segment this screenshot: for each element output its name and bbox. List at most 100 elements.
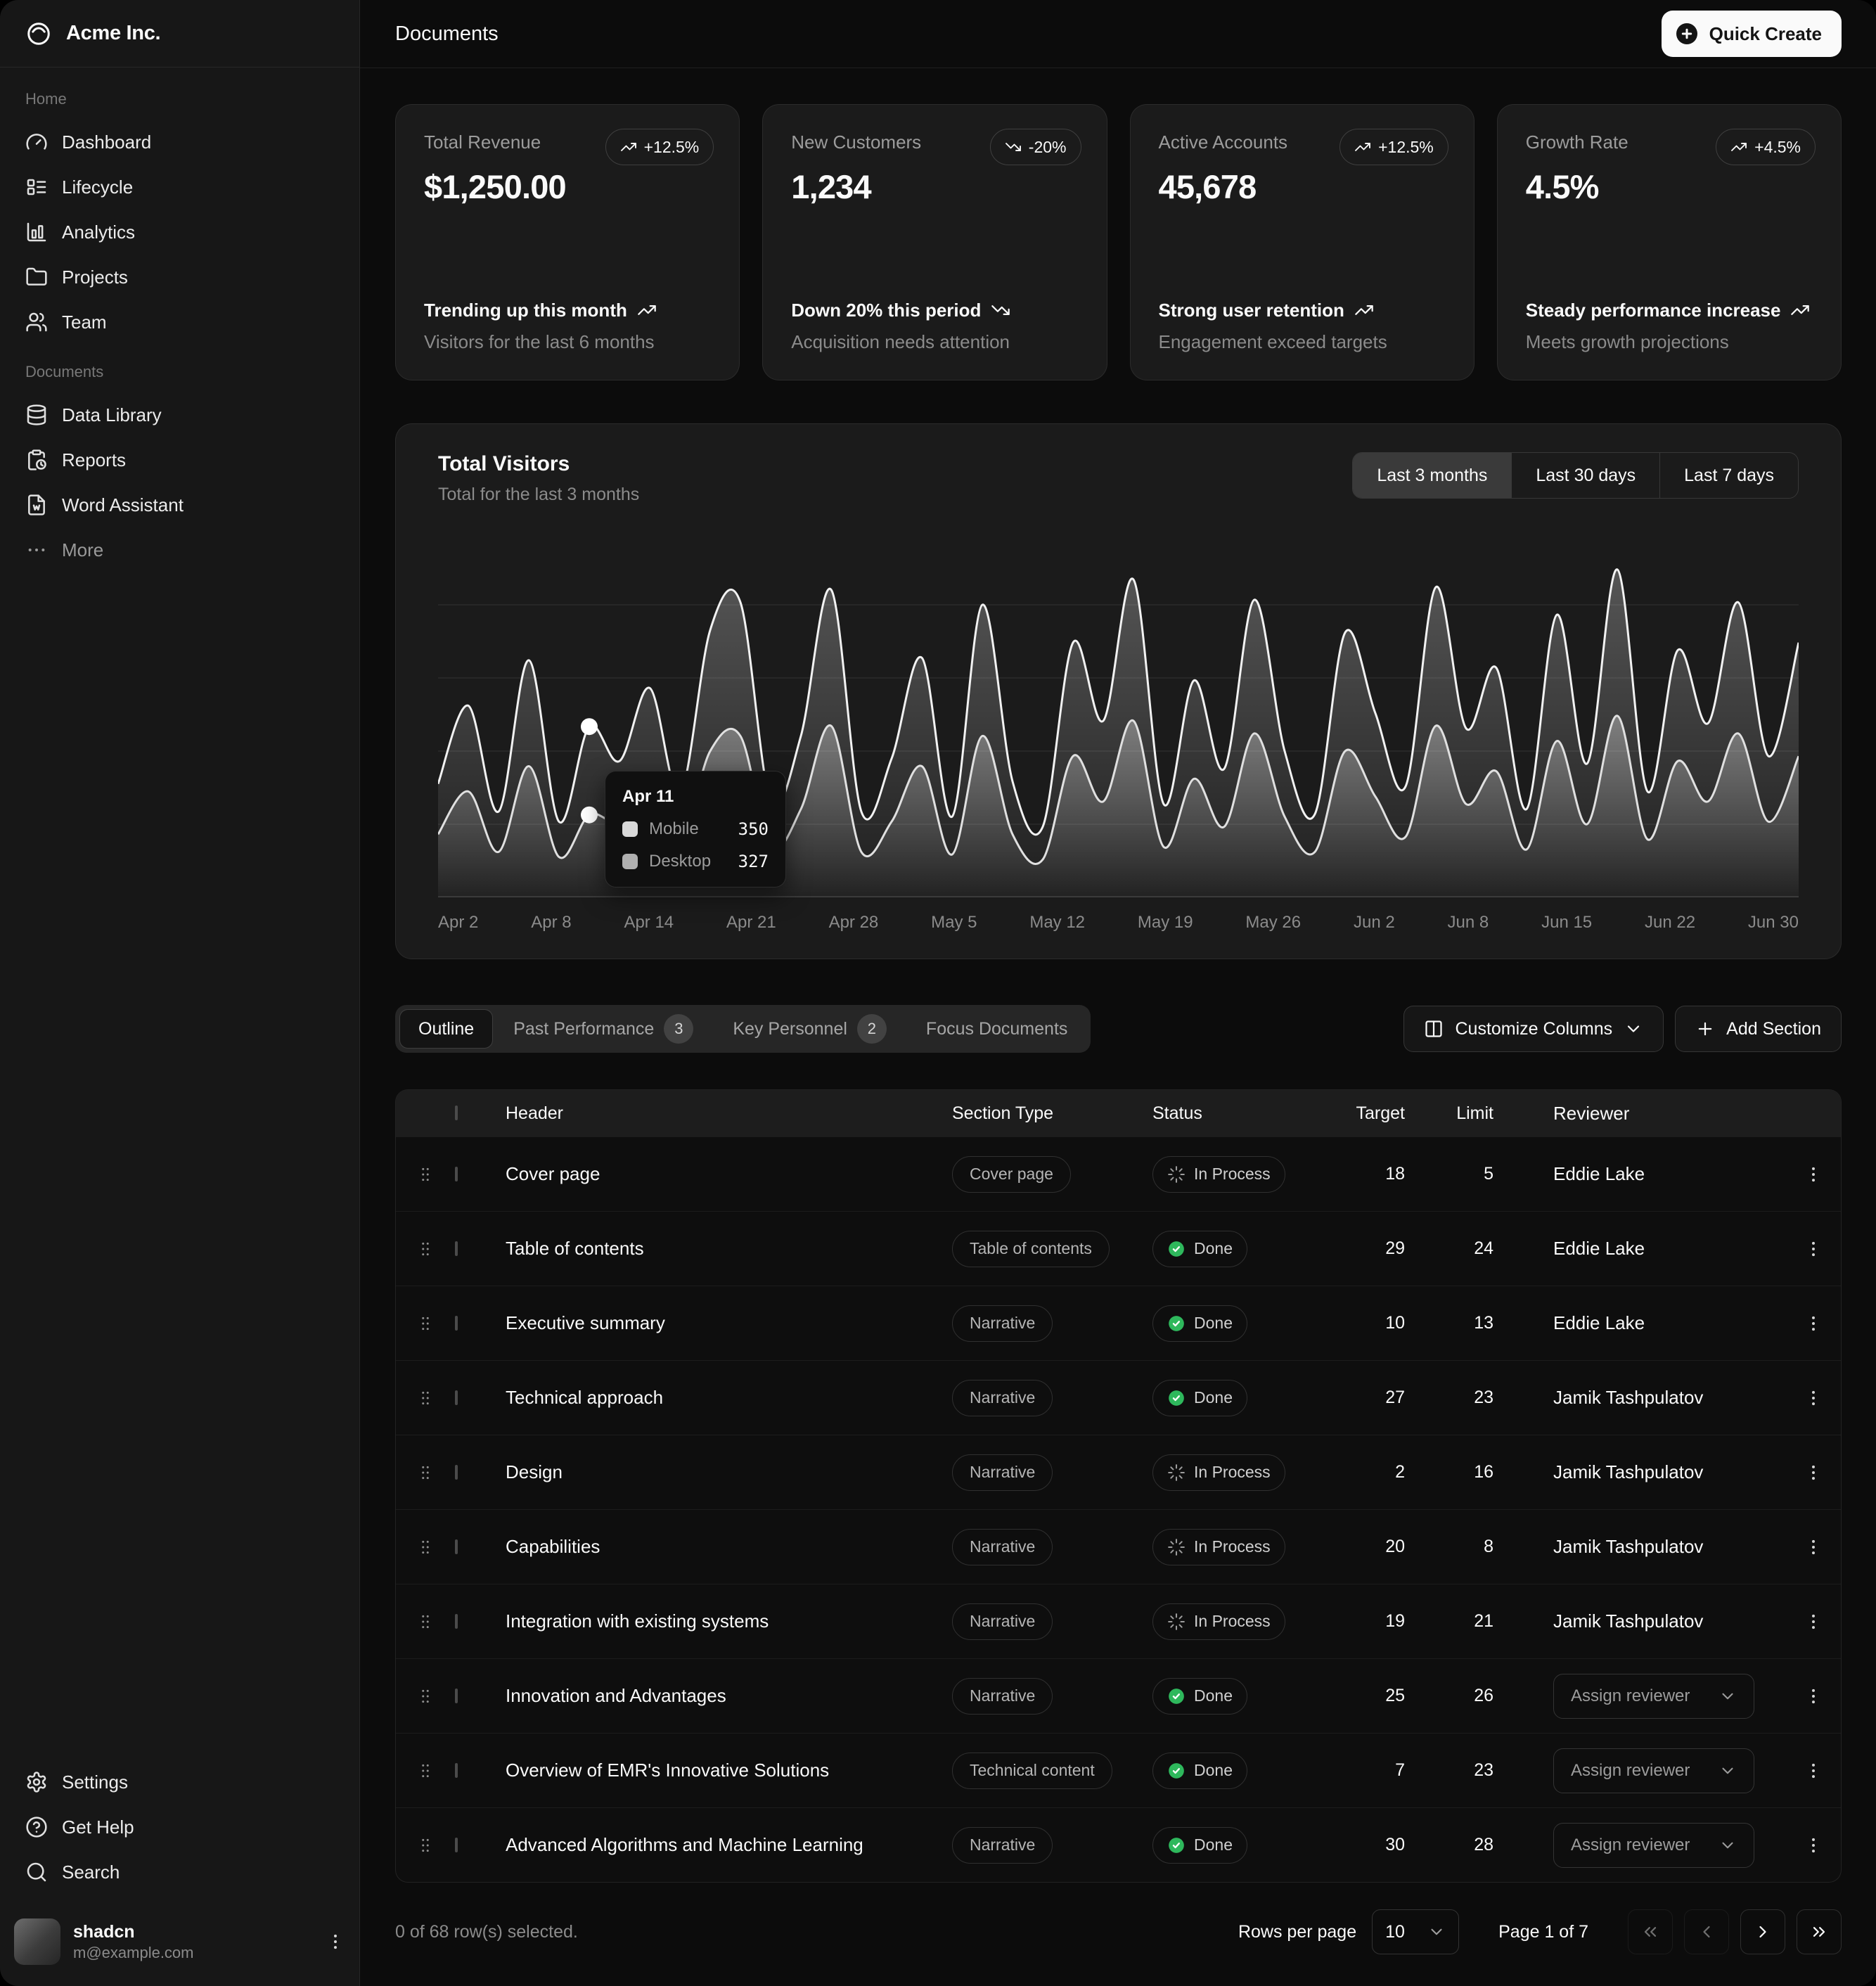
row-menu-button[interactable] xyxy=(1794,1453,1833,1492)
sidebar-item-word-assistant[interactable]: Word Assistant xyxy=(11,482,348,527)
sidebar-item-team[interactable]: Team xyxy=(11,300,348,345)
range-last-3-months[interactable]: Last 3 months xyxy=(1353,453,1511,498)
limit-value[interactable]: 23 xyxy=(1409,1760,1525,1781)
drag-handle[interactable] xyxy=(396,1314,455,1333)
sidebar-item-search[interactable]: Search xyxy=(11,1850,348,1895)
target-value[interactable]: 29 xyxy=(1332,1238,1409,1259)
first-page-button[interactable] xyxy=(1628,1909,1673,1954)
row-checkbox[interactable] xyxy=(455,1763,458,1778)
user-menu[interactable]: shadcn m@example.com xyxy=(3,1907,356,1976)
limit-value[interactable]: 16 xyxy=(1409,1462,1525,1482)
row-header[interactable]: Integration with existing systems xyxy=(506,1610,952,1632)
drag-handle[interactable] xyxy=(396,1687,455,1705)
row-checkbox[interactable] xyxy=(455,1539,458,1554)
limit-value[interactable]: 24 xyxy=(1409,1238,1525,1259)
sidebar-item-data-library[interactable]: Data Library xyxy=(11,392,348,437)
tab-outline[interactable]: Outline xyxy=(399,1009,493,1049)
quick-create-button[interactable]: Quick Create xyxy=(1662,11,1842,57)
limit-value[interactable]: 8 xyxy=(1409,1537,1525,1557)
sidebar-item-label: Team xyxy=(62,312,107,333)
row-menu-button[interactable] xyxy=(1794,1304,1833,1343)
row-checkbox[interactable] xyxy=(455,1241,458,1256)
row-header[interactable]: Executive summary xyxy=(506,1312,952,1334)
row-header[interactable]: Technical approach xyxy=(506,1387,952,1409)
limit-value[interactable]: 26 xyxy=(1409,1686,1525,1706)
drag-handle[interactable] xyxy=(396,1389,455,1407)
row-checkbox[interactable] xyxy=(455,1167,458,1181)
table-row: Technical approachNarrativeDone2723Jamik… xyxy=(396,1360,1841,1435)
drag-handle[interactable] xyxy=(396,1836,455,1854)
next-page-button[interactable] xyxy=(1740,1909,1785,1954)
target-value[interactable]: 2 xyxy=(1332,1462,1409,1482)
grip-icon xyxy=(416,1762,435,1780)
row-menu-button[interactable] xyxy=(1794,1378,1833,1418)
row-header[interactable]: Capabilities xyxy=(506,1536,952,1558)
pager xyxy=(1628,1909,1842,1954)
range-last-7-days[interactable]: Last 7 days xyxy=(1659,453,1798,498)
row-checkbox[interactable] xyxy=(455,1465,458,1480)
row-header[interactable]: Cover page xyxy=(506,1163,952,1185)
rows-per-page-select[interactable]: 10 xyxy=(1372,1909,1459,1954)
row-checkbox[interactable] xyxy=(455,1614,458,1629)
target-value[interactable]: 27 xyxy=(1332,1388,1409,1408)
last-page-button[interactable] xyxy=(1797,1909,1842,1954)
sidebar-item-get-help[interactable]: Get Help xyxy=(11,1805,348,1850)
row-menu-button[interactable] xyxy=(1794,1602,1833,1641)
assign-reviewer-select[interactable]: Assign reviewer xyxy=(1553,1674,1754,1719)
row-menu-button[interactable] xyxy=(1794,1527,1833,1567)
row-checkbox[interactable] xyxy=(455,1689,458,1703)
sidebar-item-lifecycle[interactable]: Lifecycle xyxy=(11,165,348,210)
target-value[interactable]: 30 xyxy=(1332,1835,1409,1855)
limit-value[interactable]: 5 xyxy=(1409,1164,1525,1184)
target-value[interactable]: 25 xyxy=(1332,1686,1409,1706)
limit-value[interactable]: 23 xyxy=(1409,1388,1525,1408)
row-checkbox[interactable] xyxy=(455,1316,458,1331)
target-value[interactable]: 10 xyxy=(1332,1313,1409,1333)
tab-past-performance[interactable]: Past Performance3 xyxy=(494,1009,712,1049)
sidebar-item-projects[interactable]: Projects xyxy=(11,255,348,300)
tab-key-personnel[interactable]: Key Personnel2 xyxy=(714,1009,906,1049)
limit-value[interactable]: 21 xyxy=(1409,1611,1525,1632)
row-checkbox[interactable] xyxy=(455,1838,458,1852)
drag-handle[interactable] xyxy=(396,1165,455,1184)
row-checkbox[interactable] xyxy=(455,1390,458,1405)
section-type-cell: Cover page xyxy=(952,1156,1152,1193)
customize-columns-button[interactable]: Customize Columns xyxy=(1403,1006,1664,1052)
row-header[interactable]: Overview of EMR's Innovative Solutions xyxy=(506,1760,952,1781)
target-value[interactable]: 19 xyxy=(1332,1611,1409,1632)
sidebar-item-more[interactable]: More xyxy=(11,527,348,572)
row-menu-button[interactable] xyxy=(1794,1155,1833,1194)
chart-plot[interactable]: Apr 11 Mobile 350 Desktop 327 xyxy=(438,532,1799,897)
row-header[interactable]: Table of contents xyxy=(506,1238,952,1260)
row-menu-button[interactable] xyxy=(1794,1826,1833,1865)
assign-reviewer-select[interactable]: Assign reviewer xyxy=(1553,1748,1754,1793)
add-section-button[interactable]: Add Section xyxy=(1675,1006,1842,1052)
row-header[interactable]: Advanced Algorithms and Machine Learning xyxy=(506,1834,952,1856)
sidebar-item-reports[interactable]: Reports xyxy=(11,437,348,482)
assign-reviewer-select[interactable]: Assign reviewer xyxy=(1553,1823,1754,1868)
range-last-30-days[interactable]: Last 30 days xyxy=(1511,453,1659,498)
status-label: Done xyxy=(1194,1388,1233,1407)
row-menu-button[interactable] xyxy=(1794,1751,1833,1790)
target-value[interactable]: 20 xyxy=(1332,1537,1409,1557)
sidebar-item-analytics[interactable]: Analytics xyxy=(11,210,348,255)
row-header[interactable]: Design xyxy=(506,1461,952,1483)
target-value[interactable]: 7 xyxy=(1332,1760,1409,1781)
limit-value[interactable]: 13 xyxy=(1409,1313,1525,1333)
prev-page-button[interactable] xyxy=(1684,1909,1729,1954)
drag-handle[interactable] xyxy=(396,1463,455,1482)
drag-handle[interactable] xyxy=(396,1762,455,1780)
target-value[interactable]: 18 xyxy=(1332,1164,1409,1184)
tab-focus-documents[interactable]: Focus Documents xyxy=(907,1009,1086,1049)
drag-handle[interactable] xyxy=(396,1613,455,1631)
row-header[interactable]: Innovation and Advantages xyxy=(506,1685,952,1707)
select-all-checkbox[interactable] xyxy=(455,1106,458,1120)
drag-handle[interactable] xyxy=(396,1538,455,1556)
row-menu-button[interactable] xyxy=(1794,1229,1833,1269)
sidebar-item-dashboard[interactable]: Dashboard xyxy=(11,120,348,165)
brand[interactable]: Acme Inc. xyxy=(0,0,359,68)
limit-value[interactable]: 28 xyxy=(1409,1835,1525,1855)
drag-handle[interactable] xyxy=(396,1240,455,1258)
row-menu-button[interactable] xyxy=(1794,1677,1833,1716)
sidebar-item-settings[interactable]: Settings xyxy=(11,1760,348,1805)
